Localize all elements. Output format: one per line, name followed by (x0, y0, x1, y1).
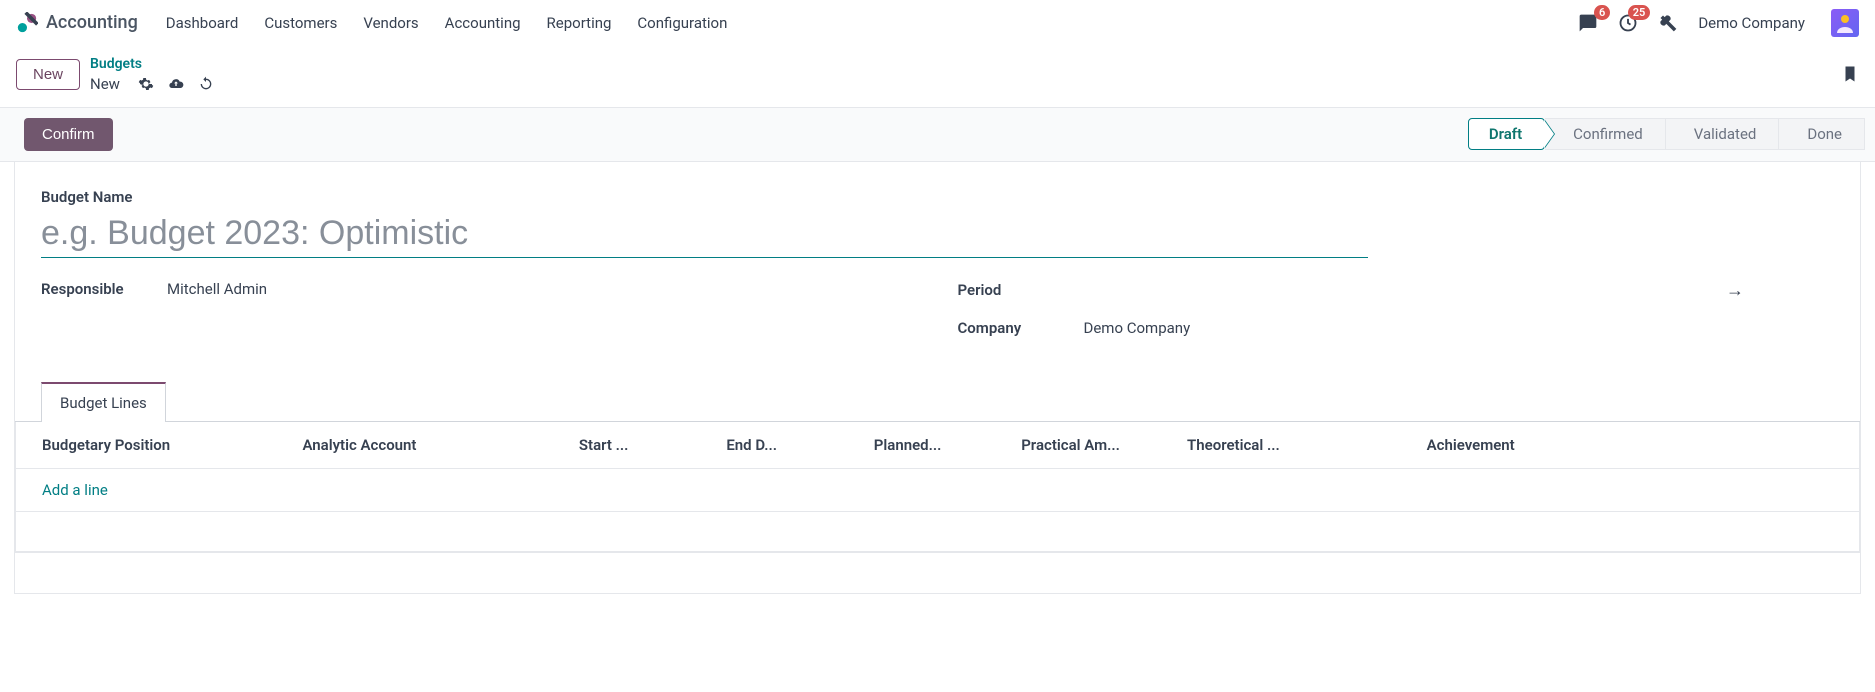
new-button[interactable]: New (16, 59, 80, 90)
responsible-label: Responsible (41, 280, 151, 298)
col-analytic-account[interactable]: Analytic Account (292, 422, 568, 469)
two-column-form: Responsible Mitchell Admin Period → Comp… (41, 280, 1834, 355)
table-row (16, 511, 1859, 551)
company-value[interactable]: Demo Company (1084, 319, 1191, 337)
company-name[interactable]: Demo Company (1698, 14, 1805, 32)
table-header-row: Budgetary Position Analytic Account Star… (16, 422, 1859, 469)
left-column: Responsible Mitchell Admin (41, 280, 918, 355)
bookmark-icon[interactable] (1841, 63, 1859, 85)
form-sheet: Budget Name Responsible Mitchell Admin P… (14, 162, 1861, 594)
period-label: Period (958, 281, 1068, 299)
gear-icon[interactable] (138, 76, 154, 92)
col-planned[interactable]: Planned... (864, 422, 1011, 469)
app-title: Accounting (46, 12, 138, 33)
nav-dashboard[interactable]: Dashboard (166, 14, 239, 32)
app-logo[interactable]: Accounting (16, 12, 138, 34)
breadcrumb: Budgets New (90, 56, 214, 93)
budget-lines-table-wrap: Budgetary Position Analytic Account Star… (15, 422, 1860, 553)
arrow-right-icon: → (1726, 280, 1744, 301)
nav-customers[interactable]: Customers (264, 14, 337, 32)
cp-icons (138, 76, 214, 92)
tools-icon[interactable] (1658, 13, 1678, 33)
company-label: Company (958, 319, 1068, 337)
state-validated[interactable]: Validated (1666, 118, 1780, 150)
navbar-left: Accounting Dashboard Customers Vendors A… (16, 12, 727, 34)
app-icon (16, 12, 38, 34)
col-theoretical[interactable]: Theoretical ... (1177, 422, 1417, 469)
top-navbar: Accounting Dashboard Customers Vendors A… (0, 0, 1875, 46)
tabs: Budget Lines (15, 381, 1860, 422)
right-column: Period → Company Demo Company (958, 280, 1835, 355)
col-practical[interactable]: Practical Am... (1011, 422, 1177, 469)
navbar-right: 6 25 Demo Company (1578, 9, 1859, 37)
chat-badge: 6 (1594, 5, 1610, 20)
budget-name-label: Budget Name (41, 188, 1834, 206)
activity-badge: 25 (1628, 5, 1651, 20)
state-confirmed[interactable]: Confirmed (1545, 118, 1666, 150)
tab-budget-lines[interactable]: Budget Lines (41, 382, 166, 422)
add-line-link[interactable]: Add a line (42, 481, 108, 499)
col-end-date[interactable]: End D... (716, 422, 863, 469)
table-row: Add a line (16, 468, 1859, 511)
nav-vendors[interactable]: Vendors (363, 14, 418, 32)
nav-accounting[interactable]: Accounting (445, 14, 521, 32)
cloud-upload-icon[interactable] (168, 76, 184, 92)
avatar[interactable] (1831, 9, 1859, 37)
responsible-field: Responsible Mitchell Admin (41, 280, 918, 298)
discard-icon[interactable] (198, 76, 214, 92)
breadcrumb-current: New (90, 75, 120, 93)
budget-name-input[interactable] (41, 212, 1368, 258)
statusbar: Confirm Draft Confirmed Validated Done (0, 107, 1875, 162)
nav-configuration[interactable]: Configuration (637, 14, 727, 32)
activity-icon[interactable]: 25 (1618, 13, 1638, 33)
main-nav: Dashboard Customers Vendors Accounting R… (166, 14, 728, 32)
confirm-button[interactable]: Confirm (24, 118, 113, 151)
period-field: Period → (958, 280, 1835, 301)
company-field: Company Demo Company (958, 319, 1835, 337)
control-panel: New Budgets New (0, 46, 1875, 101)
budget-lines-table: Budgetary Position Analytic Account Star… (16, 422, 1859, 552)
col-budgetary-position[interactable]: Budgetary Position (16, 422, 292, 469)
state-draft[interactable]: Draft (1468, 118, 1545, 150)
col-start-date[interactable]: Start ... (569, 422, 716, 469)
nav-reporting[interactable]: Reporting (547, 14, 612, 32)
col-achievement[interactable]: Achievement (1417, 422, 1859, 469)
state-steps: Draft Confirmed Validated Done (1468, 118, 1865, 150)
responsible-value[interactable]: Mitchell Admin (167, 280, 267, 298)
chat-icon[interactable]: 6 (1578, 13, 1598, 33)
breadcrumb-parent[interactable]: Budgets (90, 56, 214, 73)
state-done[interactable]: Done (1779, 118, 1865, 150)
